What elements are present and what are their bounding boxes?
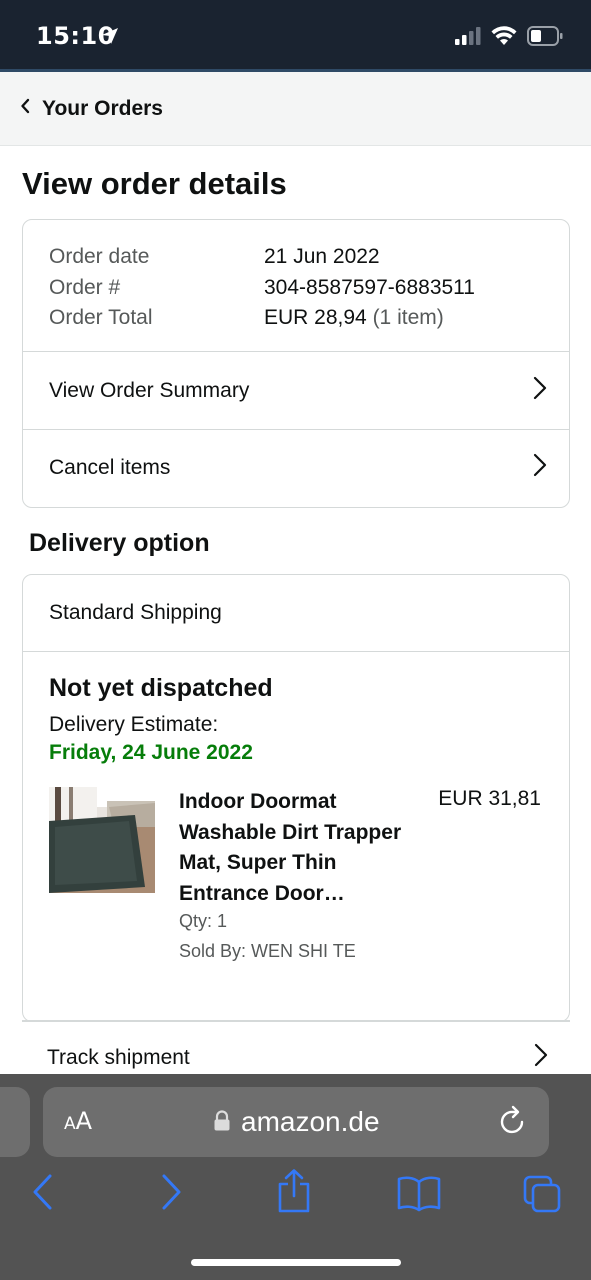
cancel-items-label: Cancel items xyxy=(49,456,171,479)
view-order-summary-label: View Order Summary xyxy=(49,378,250,402)
delivery-section-title: Delivery option xyxy=(29,529,210,557)
order-number-row: Order # 304-8587597-6883511 xyxy=(49,273,543,304)
order-number-value: 304-8587597-6883511 xyxy=(264,275,475,299)
chevron-right-icon xyxy=(534,1043,548,1073)
url-text: amazon.de xyxy=(241,1106,380,1137)
product-name-link[interactable]: Indoor Doormat Washable Dirt Trapper Mat… xyxy=(179,787,419,909)
delivery-estimate-date: Friday, 24 June 2022 xyxy=(49,741,253,764)
view-order-summary-link[interactable]: View Order Summary xyxy=(23,352,569,429)
location-arrow-icon xyxy=(100,26,120,51)
share-button[interactable] xyxy=(274,1168,314,1219)
bookmarks-button[interactable] xyxy=(396,1174,442,1217)
order-item-count: (1 item) xyxy=(366,306,444,329)
previous-tab-preview[interactable] xyxy=(0,1087,30,1157)
order-date-value: 21 Jun 2022 xyxy=(264,245,380,268)
back-to-orders-link[interactable]: Your Orders xyxy=(0,72,591,146)
delivery-estimate-label: Delivery Estimate: xyxy=(49,713,219,736)
chevron-right-icon xyxy=(533,376,547,406)
battery-icon xyxy=(527,26,563,51)
reload-icon[interactable] xyxy=(498,1105,528,1142)
cellular-signal-icon xyxy=(455,27,481,50)
divider xyxy=(22,1020,570,1022)
product-quantity: Qty: 1 xyxy=(179,911,228,931)
address-bar[interactable]: AA amazon.de xyxy=(43,1087,549,1157)
order-info-card: Order date 21 Jun 2022 Order # 304-85875… xyxy=(22,219,570,508)
text-size-button[interactable]: AA xyxy=(64,1107,92,1135)
order-total-row: Order Total EUR 28,94 (1 item) xyxy=(49,303,543,334)
cancel-items-link[interactable]: Cancel items xyxy=(23,429,569,506)
wifi-icon xyxy=(491,26,517,51)
order-date-label: Order date xyxy=(49,245,150,268)
order-info-grid: Order date 21 Jun 2022 Order # 304-85875… xyxy=(23,220,569,352)
browser-nav-bar xyxy=(0,1169,591,1222)
order-item: Indoor Doormat Washable Dirt Trapper Mat… xyxy=(49,787,543,977)
lock-icon xyxy=(213,1110,231,1137)
product-seller: Sold By: WEN SHI TE xyxy=(179,941,356,961)
shipment-details: Not yet dispatched Delivery Estimate: Fr… xyxy=(23,652,569,977)
order-total-label: Order Total xyxy=(49,306,153,329)
order-total-value: EUR 28,94 (1 item) xyxy=(264,303,444,334)
delivery-card: Standard Shipping Not yet dispatched Del… xyxy=(22,574,570,1022)
product-price: EUR 31,81 xyxy=(438,787,541,810)
shipment-status: Not yet dispatched xyxy=(49,674,273,702)
page-title: View order details xyxy=(22,166,287,201)
product-image[interactable] xyxy=(49,787,155,893)
tabs-button[interactable] xyxy=(522,1174,564,1219)
status-bar: 15:10 xyxy=(0,0,591,72)
browser-toolbar: AA amazon.de xyxy=(0,1074,591,1280)
shipping-method: Standard Shipping xyxy=(23,575,569,652)
back-label: Your Orders xyxy=(42,96,163,120)
home-indicator[interactable] xyxy=(191,1259,401,1266)
text-size-large-glyph: A xyxy=(75,1107,93,1135)
order-date-row: Order date 21 Jun 2022 xyxy=(49,242,543,273)
order-number-label: Order # xyxy=(49,275,121,299)
back-button[interactable] xyxy=(30,1172,56,1217)
chevron-left-icon xyxy=(20,98,30,119)
chevron-right-icon xyxy=(533,453,547,483)
order-total-amount: EUR 28,94 xyxy=(264,306,367,329)
text-size-small-glyph: A xyxy=(64,1114,76,1134)
forward-button[interactable] xyxy=(158,1172,184,1217)
track-shipment-label: Track shipment xyxy=(47,1045,190,1069)
